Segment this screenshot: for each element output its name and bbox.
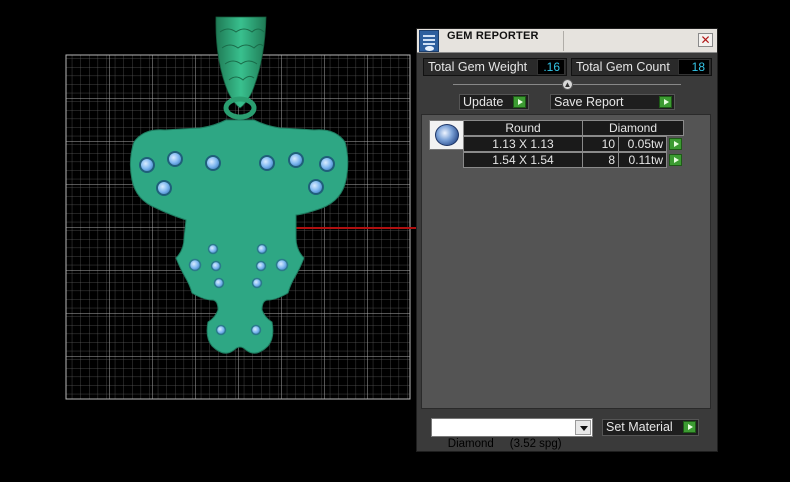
row-select-play-icon[interactable]	[669, 154, 682, 166]
gem-stone	[167, 151, 183, 167]
gem-size-cell: 1.13 X 1.13	[463, 136, 583, 152]
gem-stone	[215, 324, 227, 336]
round-gem-icon	[429, 120, 465, 150]
row-select-play-icon[interactable]	[669, 138, 682, 150]
gem-stone	[288, 152, 304, 168]
gem-stone	[319, 156, 335, 172]
gem-weight-cell: 0.11tw	[618, 152, 667, 168]
save-report-play-icon[interactable]	[659, 96, 672, 108]
panel-titlebar[interactable]: GEM REPORTER ✕	[417, 29, 717, 53]
chevron-down-icon[interactable]	[575, 420, 591, 435]
update-play-icon[interactable]	[513, 96, 526, 108]
set-material-button[interactable]: Set Material	[602, 419, 699, 436]
save-report-button[interactable]: Save Report	[550, 94, 675, 110]
model-viewport[interactable]	[0, 0, 416, 482]
update-button-label: Update	[463, 95, 504, 109]
material-dropdown[interactable]: Diamond (3.52 spg)	[431, 418, 593, 450]
gem-stone	[207, 243, 219, 255]
gem-weight-cell: 0.05tw	[618, 136, 667, 152]
panel-title: GEM REPORTER	[447, 30, 539, 42]
set-material-play-icon[interactable]	[683, 421, 696, 433]
gem-reporter-app-icon	[419, 30, 439, 52]
gem-stone	[210, 260, 222, 272]
gem-stone	[259, 155, 275, 171]
gem-count-cell: 8	[582, 152, 619, 168]
gem-stone	[250, 324, 262, 336]
total-gem-count-value: 18	[678, 59, 710, 75]
gem-stone	[255, 260, 267, 272]
material-dropdown-value: Diamond (3.52 spg)	[447, 438, 562, 450]
column-header-material: Diamond	[582, 120, 684, 136]
gem-count-cell: 10	[582, 136, 619, 152]
gem-size-cell: 1.54 X 1.54	[463, 152, 583, 168]
total-gem-weight-value: .16	[537, 59, 565, 75]
gem-stone	[213, 277, 225, 289]
viewport-canvas[interactable]	[0, 0, 416, 482]
column-header-shape: Round	[463, 120, 583, 136]
save-report-button-label: Save Report	[554, 95, 624, 109]
gem-stone	[188, 258, 202, 272]
total-gem-count-label-text: Total Gem Count	[576, 60, 670, 74]
titlebar-divider	[563, 31, 564, 51]
set-material-button-label: Set Material	[606, 420, 673, 434]
total-gem-weight-label-text: Total Gem Weight	[428, 60, 528, 74]
gem-stone	[251, 277, 263, 289]
gem-stone	[139, 157, 155, 173]
collapse-toggle-icon[interactable]: ▲	[562, 79, 573, 90]
gem-report-area: Round Diamond 1.13 X 1.13 10 0.05tw 1.54…	[421, 114, 711, 409]
gem-reporter-panel: GEM REPORTER ✕ Total Gem Weight .16 Tota…	[416, 28, 718, 452]
gem-stone	[205, 155, 221, 171]
gem-stone	[275, 258, 289, 272]
update-button[interactable]: Update	[459, 94, 529, 110]
gem-stone	[308, 179, 324, 195]
gem-stone	[156, 180, 172, 196]
gem-stone	[256, 243, 268, 255]
close-button[interactable]: ✕	[698, 33, 713, 47]
